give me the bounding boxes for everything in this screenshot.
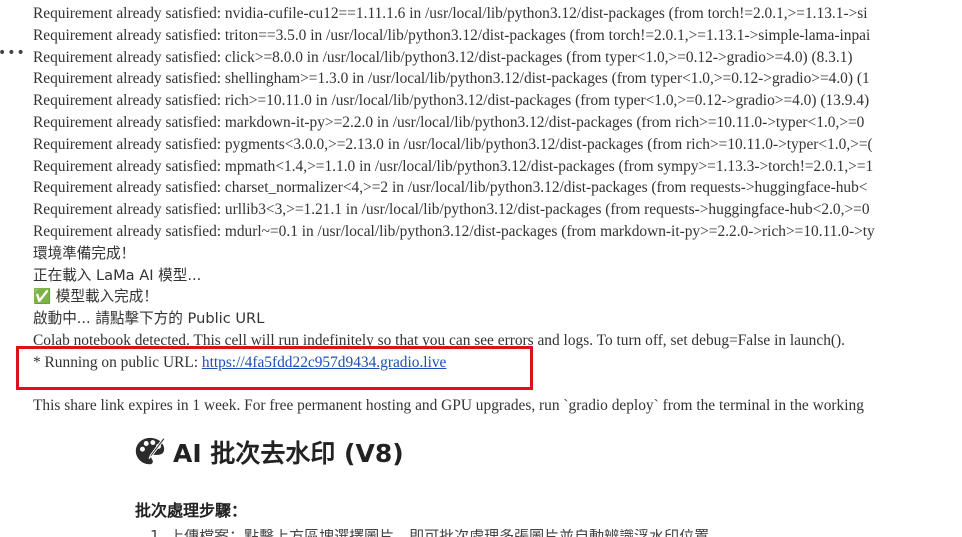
status-line-env-ready: 環境準備完成！: [33, 244, 136, 262]
cell-output-menu-icon[interactable]: •••: [0, 46, 26, 60]
cut-off-step-line: 1. 上傳檔案：點擊上方區塊選擇圖片，即可批次處理多張圖片並自動辨識浮水印位置: [150, 529, 750, 537]
app-title: AI 批次去水印 (V8): [133, 434, 404, 470]
share-notice: This share link expires in 1 week. For f…: [33, 397, 864, 415]
palette-icon: [135, 437, 166, 465]
colab-notice: Colab notebook detected. This cell will …: [33, 331, 846, 349]
public-url-prefix: * Running on public URL:: [33, 353, 202, 371]
pip-log-line: Requirement already satisfied: markdown-…: [33, 113, 865, 131]
pip-log-line: Requirement already satisfied: mdurl~=0.…: [33, 222, 875, 240]
pip-log-line: Requirement already satisfied: nvidia-cu…: [33, 5, 868, 22]
pip-log-line: Requirement already satisfied: shellingh…: [33, 70, 870, 88]
cell-output: Requirement already satisfied: nvidia-cu…: [33, 3, 962, 417]
pip-log-line: Requirement already satisfied: pygments<…: [33, 135, 873, 153]
app-title-text: AI 批次去水印 (V8): [173, 439, 404, 468]
pip-log-line: Requirement already satisfied: rich>=10.…: [33, 92, 870, 110]
status-line-launching: 啟動中... 請點擊下方的 Public URL: [33, 310, 265, 328]
pip-log-line: Requirement already satisfied: click>=8.…: [33, 48, 853, 66]
status-line-loading-model: 正在載入 LaMa AI 模型...: [33, 266, 202, 284]
step-1-text: 1. 上傳檔案：點擊上方區塊選擇圖片，即可批次處理多張圖片並自動辨識浮水印位置: [150, 529, 750, 537]
pip-log-line: Requirement already satisfied: charset_n…: [33, 179, 868, 197]
public-url-line: * Running on public URL: https://4fa5fdd…: [33, 352, 962, 374]
steps-heading: 批次處理步驟：: [135, 501, 248, 520]
public-url-link[interactable]: https://4fa5fdd22c957d9434.gradio.live: [202, 354, 447, 371]
pip-log-line: Requirement already satisfied: triton==3…: [33, 26, 871, 44]
pip-log-line: Requirement already satisfied: mpmath<1.…: [33, 157, 874, 175]
pip-log-line: Requirement already satisfied: urllib3<3…: [33, 201, 870, 219]
status-line-model-loaded: ✅ 模型載入完成！: [33, 288, 158, 306]
